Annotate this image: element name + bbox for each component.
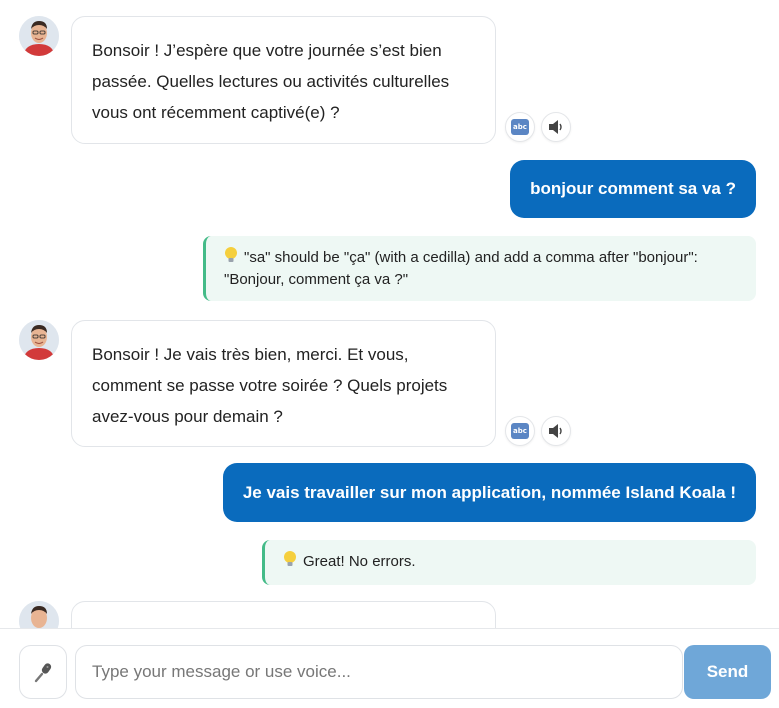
bot-message-partial	[71, 601, 496, 628]
play-audio-button[interactable]	[541, 112, 571, 142]
feedback-correction: Great! No errors.	[262, 540, 756, 585]
composer-bar: Send	[0, 628, 779, 708]
feedback-text: "sa" should be "ça" (with a cedilla) and…	[224, 249, 698, 288]
bot-message-text: Bonsoir ! Je vais très bien, merci. Et v…	[92, 345, 448, 426]
grammar-check-button[interactable]: abc	[505, 416, 535, 446]
voice-input-button[interactable]	[19, 645, 67, 699]
abc-icon: abc	[511, 119, 529, 135]
play-audio-button[interactable]	[541, 416, 571, 446]
speaker-icon	[549, 424, 562, 438]
message-input[interactable]	[75, 645, 683, 699]
bot-message: Bonsoir ! Je vais très bien, merci. Et v…	[71, 320, 496, 447]
send-button[interactable]: Send	[684, 645, 771, 699]
tutor-avatar	[19, 320, 59, 360]
user-message: Je vais travailler sur mon application, …	[222, 463, 756, 522]
bot-message: Bonsoir ! J’espère que votre journée s’e…	[71, 16, 496, 144]
user-message: bonjour comment sa va ?	[510, 160, 756, 218]
user-message-text: Je vais travailler sur mon application, …	[242, 482, 736, 502]
grammar-check-button[interactable]: abc	[505, 112, 535, 142]
bot-message-text: Bonsoir ! J’espère que votre journée s’e…	[92, 41, 450, 122]
lightbulb-icon	[284, 551, 296, 566]
speaker-icon	[549, 120, 562, 134]
tutor-avatar	[19, 601, 59, 628]
chat-transcript: Bonsoir ! J’espère que votre journée s’e…	[0, 0, 779, 628]
abc-icon: abc	[511, 423, 529, 439]
user-message-text: bonjour comment sa va ?	[530, 179, 736, 198]
feedback-correction: "sa" should be "ça" (with a cedilla) and…	[203, 236, 756, 301]
feedback-text: Great! No errors.	[303, 553, 416, 570]
tutor-avatar	[19, 16, 59, 56]
microphone-icon	[34, 663, 52, 683]
lightbulb-icon	[225, 247, 237, 262]
